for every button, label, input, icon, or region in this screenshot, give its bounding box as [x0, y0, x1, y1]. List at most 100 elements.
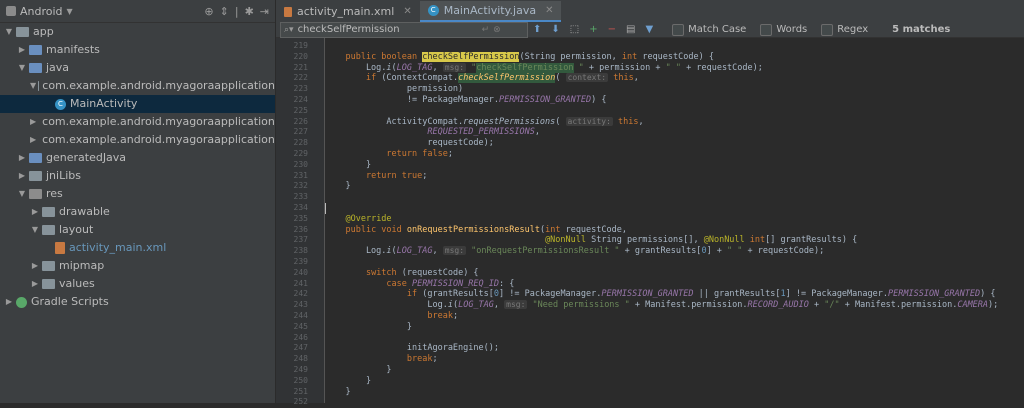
close-icon[interactable]: ✕ — [545, 5, 553, 16]
chevron-right-icon[interactable]: ▶ — [30, 131, 36, 149]
tab-activity-main-xml[interactable]: activity_main.xml ✕ — [276, 1, 420, 22]
tree-item[interactable]: ▶manifests — [0, 41, 275, 59]
tree-item[interactable]: ▶com.example.android.myagoraapplication(… — [0, 131, 275, 149]
line-number: 249 — [276, 365, 308, 376]
android-icon — [6, 6, 16, 16]
chevron-right-icon[interactable]: ▶ — [30, 257, 40, 275]
line-number: 241 — [276, 279, 308, 290]
previous-occurrence-icon[interactable]: ⬆ — [533, 24, 541, 35]
tree-item-label: com.example.android.myagoraapplication — [42, 131, 275, 149]
tree-item-label: mipmap — [59, 257, 104, 275]
next-occurrence-icon[interactable]: ⬇ — [551, 24, 559, 35]
add-selection-icon[interactable]: + — [589, 24, 597, 35]
tree-item[interactable]: ▼ layout — [0, 221, 275, 239]
checkbox[interactable] — [672, 24, 684, 36]
tab-label: activity_main.xml — [297, 5, 394, 18]
line-number: 238 — [276, 246, 308, 257]
option-label: Match Case — [688, 24, 746, 35]
filter-icon[interactable]: ▼ — [645, 24, 653, 35]
clear-icon[interactable]: ⊗ — [493, 25, 501, 35]
tree-item-label: layout — [59, 221, 93, 239]
chevron-right-icon[interactable]: ▶ — [17, 41, 27, 59]
chevron-down-icon[interactable]: ▼ — [4, 23, 14, 41]
code-line: Log.i(LOG_TAG, msg: "onRequestPermission… — [325, 246, 824, 257]
chevron-right-icon[interactable]: ▶ — [30, 113, 36, 131]
checkbox[interactable] — [821, 24, 833, 36]
code-line: ActivityCompat.requestPermissions( activ… — [325, 117, 644, 128]
code-line: } — [325, 376, 371, 387]
chevron-down-icon[interactable]: ▼ — [30, 77, 36, 95]
folder-icon — [42, 279, 55, 289]
tree-item-label: MainActivity — [70, 95, 137, 113]
close-icon[interactable]: ✕ — [403, 6, 411, 17]
tree-item[interactable]: ▼java — [0, 59, 275, 77]
tree-item[interactable]: ▶generatedJava — [0, 149, 275, 167]
tree-item[interactable]: ▶ mipmap — [0, 257, 275, 275]
find-all-icon[interactable]: ⬚ — [570, 24, 579, 35]
editor-tabs: activity_main.xml ✕ C MainActivity.java … — [276, 0, 1024, 23]
code-line: } — [325, 322, 412, 333]
chevron-right-icon[interactable]: ▶ — [30, 203, 40, 221]
line-number: 222 — [276, 73, 308, 84]
tree-item-label: jniLibs — [46, 167, 81, 185]
search-icon[interactable]: ⌕▾ — [284, 25, 294, 35]
code-line: if (grantResults[0] != PackageManager.PE… — [325, 289, 995, 300]
regex-option[interactable]: Regex — [821, 24, 868, 36]
tree-item[interactable]: activity_main.xml — [0, 239, 275, 257]
tree-item[interactable]: ▶drawable — [0, 203, 275, 221]
chevron-right-icon[interactable]: ▶ — [30, 275, 40, 293]
line-number: 251 — [276, 387, 308, 398]
tree-item[interactable]: ▶com.example.android.myagoraapplication(… — [0, 113, 275, 131]
line-number: 219 — [276, 41, 308, 52]
tree-item[interactable]: ▶values — [0, 275, 275, 293]
line-number: 232 — [276, 181, 308, 192]
line-number: 237 — [276, 235, 308, 246]
tree-item[interactable]: ▶ jniLibs — [0, 167, 275, 185]
code-line: if (ContextCompat.checkSelfPermission( c… — [325, 73, 639, 84]
tree-item[interactable]: ▼com.example.android.myagoraapplication — [0, 77, 275, 95]
text-caret — [325, 203, 326, 214]
project-view-selector[interactable]: Android ▼ — [6, 5, 73, 18]
line-number: 227 — [276, 127, 308, 138]
tree-item[interactable]: ▶Gradle Scripts — [0, 293, 275, 311]
chevron-down-icon[interactable]: ▼ — [17, 185, 27, 203]
project-panel-header: Android ▼ ⊕ ⇕ | ✱ ⇥ — [0, 0, 275, 23]
code-line: Log.i(LOG_TAG, msg: "checkSelfPermission… — [325, 63, 763, 74]
select-all-icon[interactable]: ▤ — [626, 24, 635, 35]
tree-item-label: activity_main.xml — [69, 239, 166, 257]
locate-icon[interactable]: ⊕ — [204, 5, 213, 18]
line-number: 230 — [276, 160, 308, 171]
line-number: 244 — [276, 311, 308, 322]
newline-icon[interactable]: ↵ — [482, 25, 490, 35]
project-panel: Android ▼ ⊕ ⇕ | ✱ ⇥ ▼app▶manifests▼java▼… — [0, 0, 276, 403]
gear-icon[interactable]: ✱ — [245, 5, 254, 18]
find-field[interactable]: ⌕▾ ↵ ⊗ — [280, 22, 528, 38]
code-line: initAgoraEngine(); — [325, 343, 499, 354]
words-option[interactable]: Words — [760, 24, 807, 36]
tab-main-activity-java[interactable]: C MainActivity.java ✕ — [420, 1, 562, 22]
chevron-right-icon[interactable]: ▶ — [17, 167, 27, 185]
line-number: 235 — [276, 214, 308, 225]
tree-item[interactable]: CMainActivity — [0, 95, 275, 113]
hide-icon[interactable]: ⇥ — [260, 5, 269, 18]
line-number: 245 — [276, 322, 308, 333]
chevron-right-icon[interactable]: ▶ — [4, 293, 14, 311]
code-line: case PERMISSION_REQ_ID: { — [325, 279, 514, 290]
remove-selection-icon[interactable]: − — [608, 24, 616, 35]
chevron-down-icon[interactable]: ▼ — [30, 221, 40, 239]
chevron-down-icon[interactable]: ▼ — [17, 59, 27, 77]
collapse-icon[interactable]: ⇕ — [220, 5, 229, 18]
folder-icon — [29, 63, 42, 73]
xml-file-icon — [284, 7, 292, 17]
code-editor[interactable]: public boolean checkSelfPermission(Strin… — [325, 38, 1024, 403]
line-number: 243 — [276, 300, 308, 311]
tree-item[interactable]: ▼res — [0, 185, 275, 203]
checkbox[interactable] — [760, 24, 772, 36]
chevron-right-icon[interactable]: ▶ — [17, 149, 27, 167]
search-input[interactable] — [298, 24, 478, 35]
match-case-option[interactable]: Match Case — [672, 24, 746, 36]
code-line: } — [325, 365, 392, 376]
line-number: 225 — [276, 106, 308, 117]
tree-item[interactable]: ▼app — [0, 23, 275, 41]
project-panel-tools: ⊕ ⇕ | ✱ ⇥ — [204, 5, 269, 18]
